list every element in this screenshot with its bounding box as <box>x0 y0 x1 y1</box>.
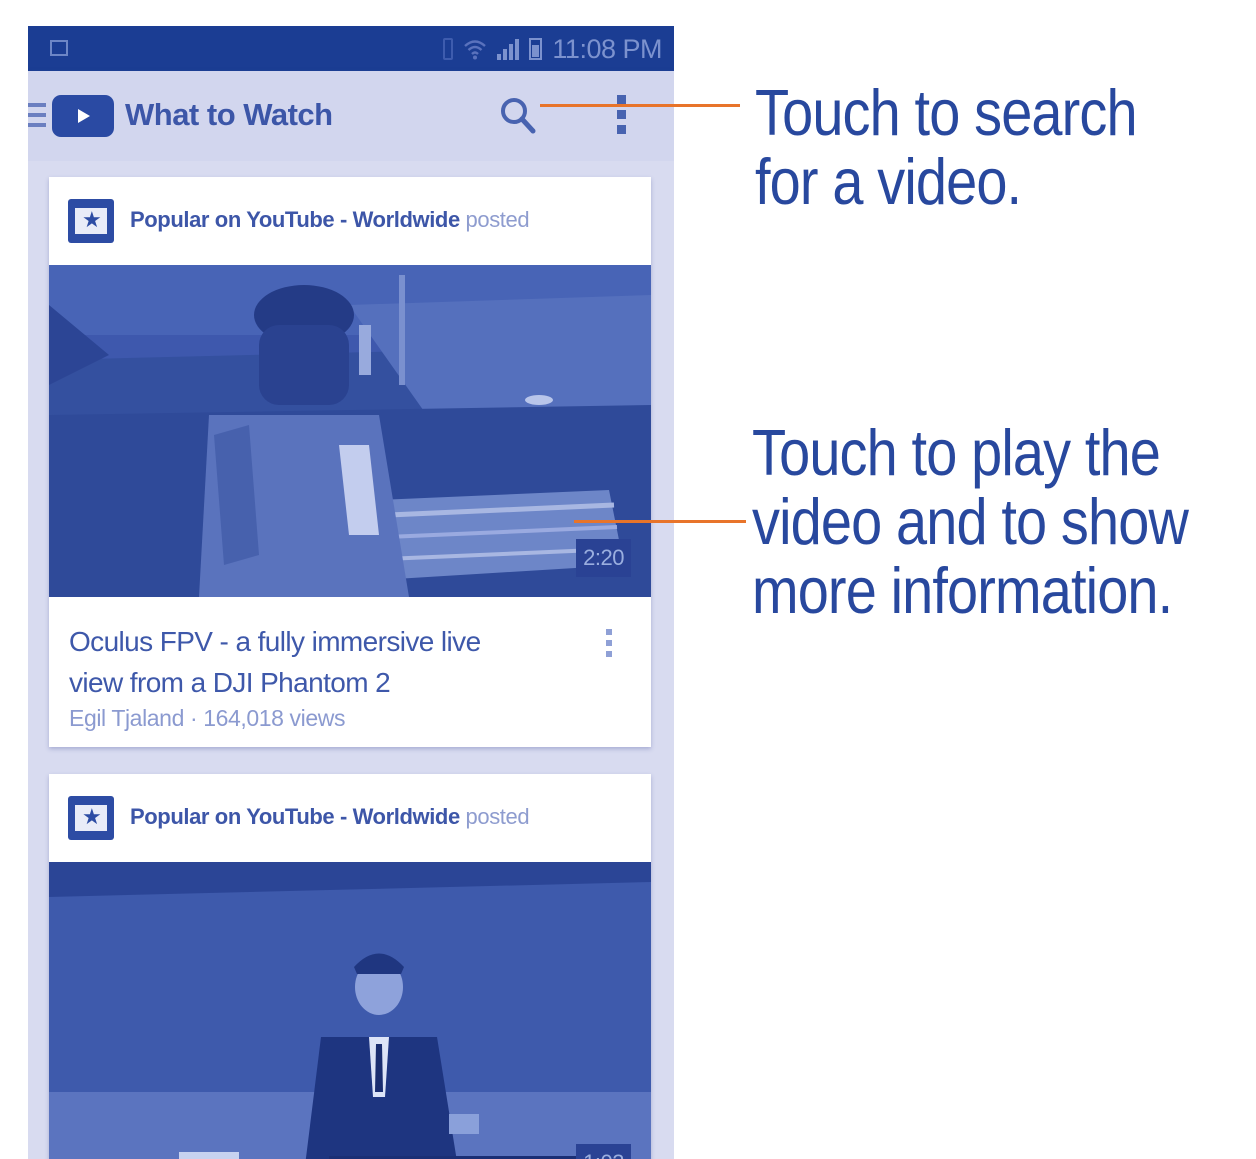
play-leader-line <box>574 520 746 523</box>
card-source: Popular on YouTube - Worldwide posted <box>130 207 530 233</box>
status-bar: 11:08 PM <box>28 26 674 71</box>
status-icons: 11:08 PM <box>443 32 662 66</box>
callout-line: for a video. <box>755 145 1022 218</box>
thumbnail-image <box>49 265 651 597</box>
card-source: Popular on YouTube - Worldwide posted <box>130 804 530 830</box>
play-callout: Touch to play the video and to show more… <box>752 416 1189 627</box>
video-title-line: Oculus FPV - a fully immersive live <box>69 626 481 657</box>
video-thumbnail[interactable]: 1:03 <box>49 862 651 1159</box>
video-card: Popular on YouTube - Worldwide posted <box>49 774 651 1159</box>
menu-icon[interactable] <box>28 103 46 127</box>
card-header: Popular on YouTube - Worldwide posted <box>49 774 651 862</box>
search-icon[interactable] <box>498 95 538 135</box>
callout-line: video and to show <box>752 485 1189 558</box>
overflow-menu-icon[interactable] <box>614 95 628 137</box>
card-menu-icon[interactable] <box>604 629 614 659</box>
channel-icon[interactable] <box>68 796 114 840</box>
manual-figure: 11:08 PM What to Watch Popular on YouTub… <box>0 0 1256 1159</box>
source-name[interactable]: Popular on YouTube - Worldwide <box>130 804 460 829</box>
source-name[interactable]: Popular on YouTube - Worldwide <box>130 207 460 232</box>
phone-screen: 11:08 PM What to Watch Popular on YouTub… <box>28 26 674 1159</box>
signal-icon <box>497 38 520 60</box>
search-callout: Touch to search for a video. <box>755 76 1138 218</box>
source-action: posted <box>465 804 530 829</box>
page-title: What to Watch <box>125 97 333 132</box>
notification-icon <box>50 40 68 56</box>
video-card: Popular on YouTube - Worldwide posted <box>49 177 651 747</box>
app-bar: What to Watch <box>28 71 674 161</box>
video-feed: Popular on YouTube - Worldwide posted <box>28 161 674 1159</box>
search-leader-line <box>540 104 740 107</box>
callout-line: Touch to play the <box>752 416 1161 489</box>
channel-icon[interactable] <box>68 199 114 243</box>
wifi-icon <box>464 40 487 60</box>
video-meta: Egil Tjaland · 164,018 views <box>69 705 346 731</box>
video-duration: 2:20 <box>576 539 631 577</box>
battery-icon <box>529 38 543 60</box>
status-time: 11:08 PM <box>552 33 662 64</box>
source-action: posted <box>465 207 530 232</box>
video-title[interactable]: Oculus FPV - a fully immersive live view… <box>69 621 579 703</box>
card-header: Popular on YouTube - Worldwide posted <box>49 177 651 265</box>
vibrate-icon <box>443 38 454 60</box>
callout-line: Touch to search <box>755 76 1138 149</box>
callout-line: more information. <box>752 554 1173 627</box>
video-duration: 1:03 <box>576 1144 631 1159</box>
youtube-logo-icon[interactable] <box>52 95 114 137</box>
thumbnail-image <box>49 862 651 1159</box>
video-thumbnail[interactable]: 2:20 <box>49 265 651 597</box>
video-title-line: view from a DJI Phantom 2 <box>69 667 391 698</box>
